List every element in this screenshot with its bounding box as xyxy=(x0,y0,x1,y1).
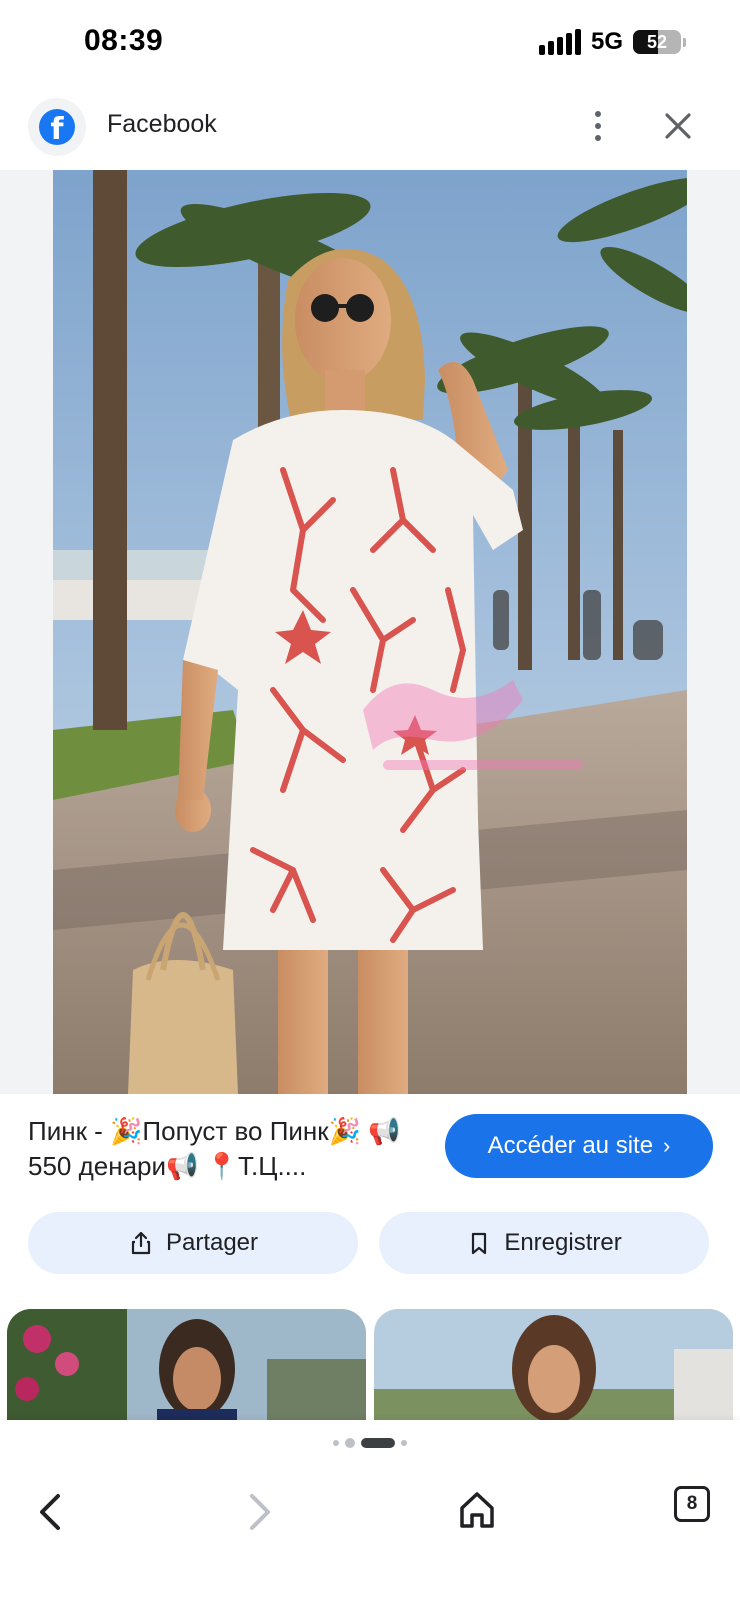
network-type: 5G xyxy=(590,28,623,55)
browser-bottom-bar: 8 xyxy=(0,1420,740,1600)
page-indicator xyxy=(0,1438,740,1448)
share-icon xyxy=(131,1231,151,1255)
battery-icon: 52 xyxy=(633,30,681,54)
image-caption[interactable]: Пинк - 🎉Попуст во Пинк🎉 📢550 денари📢 📍Т.… xyxy=(28,1114,418,1184)
related-image-2[interactable] xyxy=(374,1309,733,1421)
more-vert-icon[interactable] xyxy=(578,106,618,146)
save-button[interactable]: Enregistrer xyxy=(379,1212,709,1274)
image-viewer xyxy=(0,170,740,1094)
back-arrow-icon[interactable] xyxy=(30,1482,70,1542)
status-icons: 5G 52 xyxy=(538,28,686,56)
facebook-logo-icon[interactable]: f xyxy=(28,98,86,156)
save-label: Enregistrer xyxy=(504,1229,622,1256)
status-time: 08:39 xyxy=(84,24,164,57)
tabs-count: 8 xyxy=(686,1493,698,1514)
home-icon[interactable] xyxy=(455,1482,499,1538)
battery-tip xyxy=(683,37,686,47)
visit-site-button[interactable]: Accéder au site › xyxy=(445,1114,713,1178)
source-title[interactable]: Facebook xyxy=(107,110,217,139)
status-bar: 08:39 5G 52 xyxy=(0,0,740,88)
main-product-image[interactable] xyxy=(53,170,687,1094)
share-label: Partager xyxy=(165,1229,259,1256)
forward-arrow-icon[interactable] xyxy=(240,1482,280,1542)
signal-icon xyxy=(538,29,581,55)
close-icon[interactable] xyxy=(658,106,698,146)
tabs-count-button[interactable]: 8 xyxy=(674,1486,710,1522)
viewer-header: f Facebook xyxy=(0,88,740,170)
bookmark-icon xyxy=(472,1232,487,1255)
chevron-right-icon: › xyxy=(663,1133,671,1158)
share-button[interactable]: Partager xyxy=(28,1212,358,1274)
battery-level: 52 xyxy=(646,31,668,52)
visit-site-label: Accéder au site xyxy=(487,1132,654,1159)
related-image-1[interactable] xyxy=(7,1309,366,1421)
